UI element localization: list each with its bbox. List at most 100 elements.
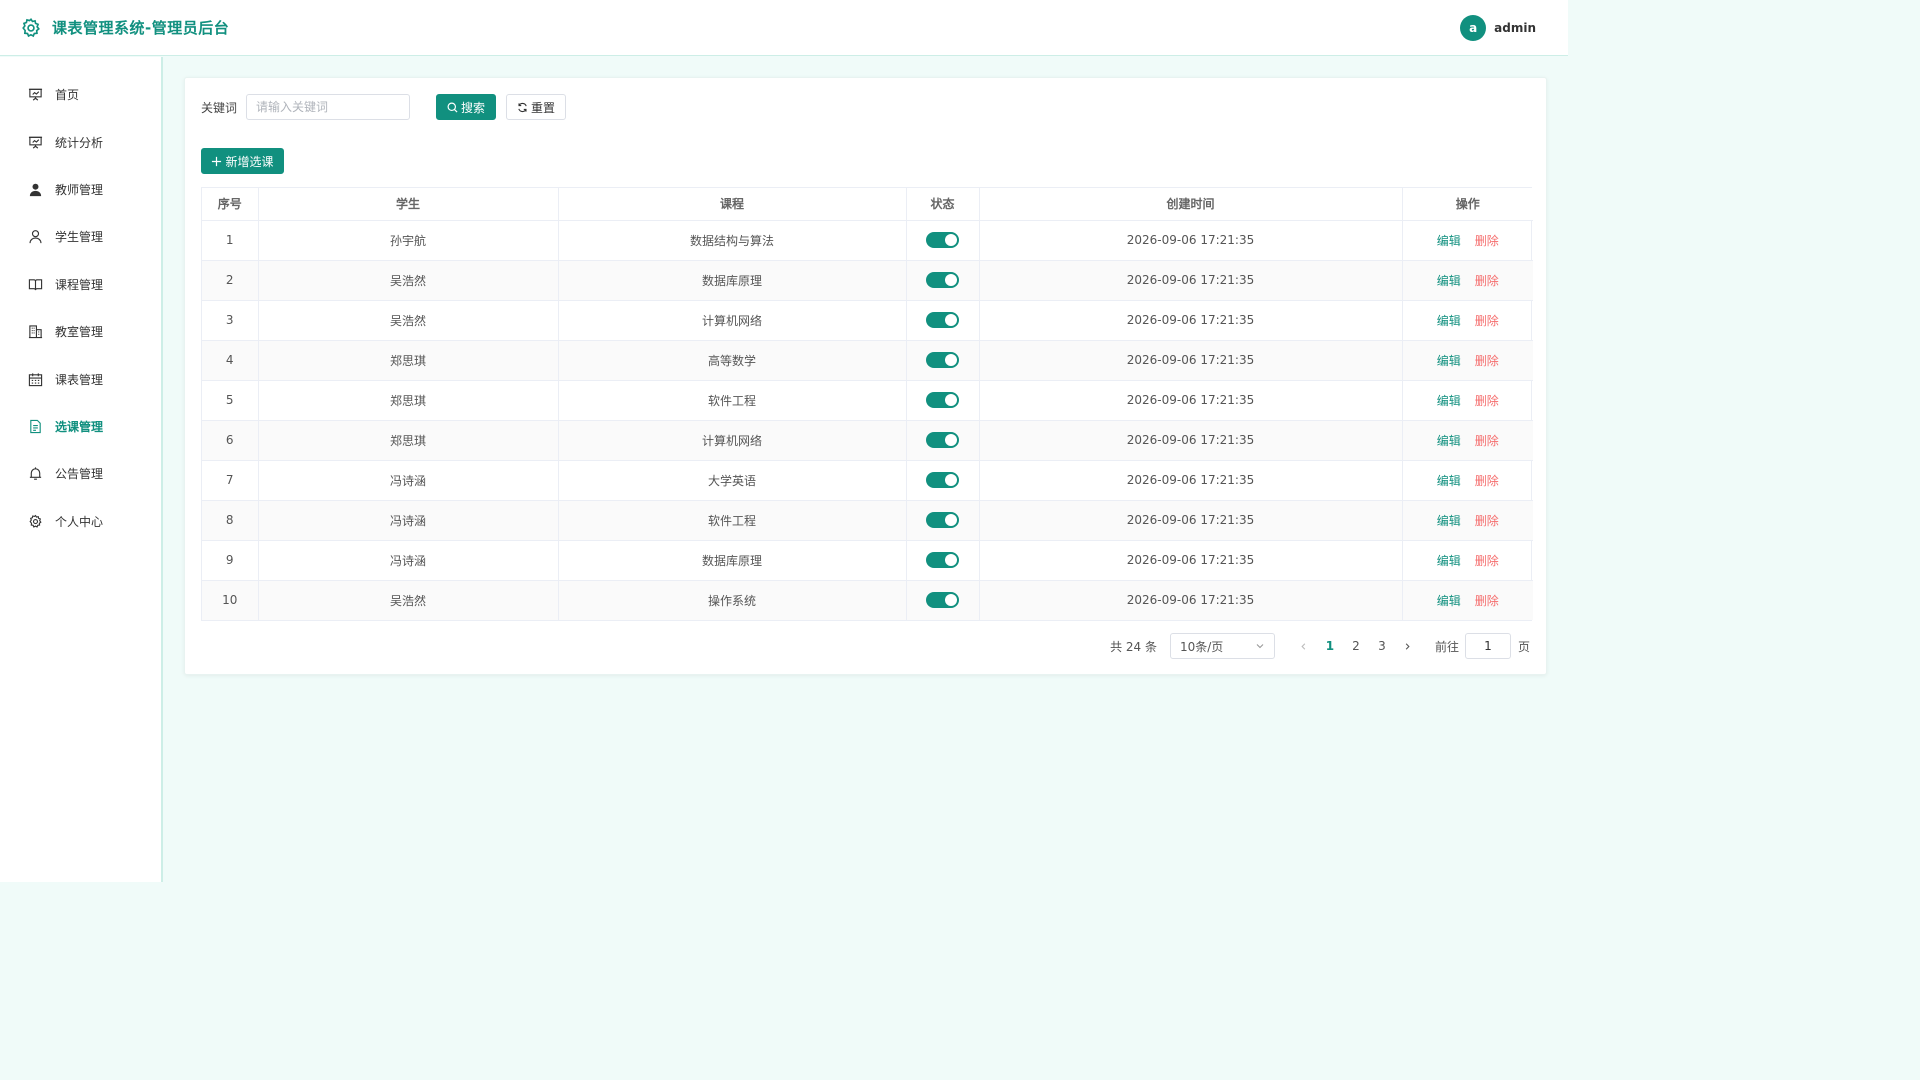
edit-button[interactable]: 编辑: [1437, 474, 1461, 488]
status-toggle[interactable]: [926, 312, 959, 328]
username[interactable]: admin: [1494, 21, 1536, 35]
cell-course: 数据结构与算法: [558, 220, 907, 261]
avatar[interactable]: a: [1460, 14, 1487, 41]
page-button-2[interactable]: 2: [1343, 633, 1369, 659]
cell-status: [906, 420, 980, 461]
edit-button[interactable]: 编辑: [1437, 234, 1461, 248]
sidebar-item-courses[interactable]: 课程管理: [0, 261, 161, 308]
page-button-3[interactable]: 3: [1369, 633, 1395, 659]
page-button-1[interactable]: 1: [1317, 633, 1343, 659]
bell-icon: [29, 467, 42, 480]
user-icon: [29, 230, 42, 244]
cell-actions: 编辑 删除: [1402, 420, 1533, 461]
delete-button[interactable]: 删除: [1475, 394, 1499, 408]
sidebar-item-students[interactable]: 学生管理: [0, 213, 161, 260]
user-menu[interactable]: a admin: [1460, 14, 1536, 41]
cell-status: [906, 340, 980, 381]
edit-button[interactable]: 编辑: [1437, 594, 1461, 608]
refresh-icon: [518, 102, 527, 112]
delete-button[interactable]: 删除: [1475, 434, 1499, 448]
status-toggle[interactable]: [926, 512, 959, 528]
reset-button[interactable]: 重置: [506, 94, 567, 120]
cell-created: 2026-09-06 17:21:35: [979, 300, 1403, 341]
edit-button[interactable]: 编辑: [1437, 434, 1461, 448]
next-page-button[interactable]: [1395, 633, 1421, 659]
table-row: 2 吴浩然 数据库原理 2026-09-06 17:21:35 编辑 删除: [202, 260, 1533, 301]
delete-button[interactable]: 删除: [1475, 234, 1499, 248]
delete-button[interactable]: 删除: [1475, 594, 1499, 608]
edit-button[interactable]: 编辑: [1437, 554, 1461, 568]
sidebar-item-label: 教室管理: [55, 325, 104, 340]
cell-actions: 编辑 删除: [1402, 580, 1533, 620]
sidebar-item-announcements[interactable]: 公告管理: [0, 450, 161, 497]
sidebar-item-label: 个人中心: [55, 514, 104, 529]
sidebar-item-label: 统计分析: [55, 135, 104, 150]
table-row: 10 吴浩然 操作系统 2026-09-06 17:21:35 编辑 删除: [202, 580, 1533, 620]
sidebar-item-label: 公告管理: [55, 467, 104, 482]
sidebar-item-classrooms[interactable]: 教室管理: [0, 308, 161, 355]
status-toggle[interactable]: [926, 392, 959, 408]
column-header-student: 学生: [258, 188, 559, 221]
sidebar-item-label: 课程管理: [55, 277, 104, 292]
status-toggle[interactable]: [926, 432, 959, 448]
sidebar-item-home[interactable]: 首页: [0, 71, 161, 118]
column-header-actions: 操作: [1402, 188, 1533, 221]
cell-course: 数据库原理: [558, 540, 907, 581]
edit-button[interactable]: 编辑: [1437, 514, 1461, 528]
cell-actions: 编辑 删除: [1402, 260, 1533, 301]
delete-button[interactable]: 删除: [1475, 514, 1499, 528]
cell-status: [906, 460, 980, 501]
cell-created: 2026-09-06 17:21:35: [979, 380, 1403, 421]
table-row: 7 冯诗涵 大学英语 2026-09-06 17:21:35 编辑 删除: [202, 460, 1533, 501]
page-size-value: 10条/页: [1179, 639, 1224, 654]
delete-button[interactable]: 删除: [1475, 474, 1499, 488]
page-size-select[interactable]: 10条/页: [1169, 633, 1275, 659]
status-toggle[interactable]: [926, 352, 959, 368]
cell-student: 冯诗涵: [258, 500, 559, 541]
edit-button[interactable]: 编辑: [1437, 274, 1461, 288]
sidebar-item-teachers[interactable]: 教师管理: [0, 166, 161, 213]
column-header-created: 创建时间: [979, 188, 1403, 221]
status-toggle[interactable]: [926, 592, 959, 609]
cell-actions: 编辑 删除: [1402, 220, 1533, 261]
cell-course: 大学英语: [558, 460, 907, 501]
delete-button[interactable]: 删除: [1475, 554, 1499, 568]
edit-button[interactable]: 编辑: [1437, 394, 1461, 408]
table-body: 1 孙宇航 数据结构与算法 2026-09-06 17:21:35 编辑 删除 2 吴浩然 数据…: [202, 220, 1533, 620]
chevron-down-icon: [1256, 644, 1264, 649]
search-button-label: 搜索: [461, 100, 486, 115]
status-toggle[interactable]: [926, 232, 959, 248]
jump-page-input[interactable]: [1464, 633, 1511, 659]
chart-board-icon: [28, 136, 43, 149]
sidebar-item-course-selection[interactable]: 选课管理: [0, 403, 161, 450]
column-header-index: 序号: [202, 188, 259, 221]
cell-course: 计算机网络: [558, 420, 907, 461]
delete-button[interactable]: 删除: [1475, 274, 1499, 288]
delete-button[interactable]: 删除: [1475, 354, 1499, 368]
search-button[interactable]: 搜索: [436, 94, 497, 120]
cell-student: 郑思琪: [258, 340, 559, 381]
sidebar-item-profile[interactable]: 个人中心: [0, 498, 161, 545]
cell-index: 9: [202, 540, 259, 581]
building-icon: [28, 325, 43, 339]
edit-button[interactable]: 编辑: [1437, 314, 1461, 328]
cell-created: 2026-09-06 17:21:35: [979, 540, 1403, 581]
gear-icon: [22, 17, 40, 37]
keyword-input[interactable]: [246, 94, 411, 120]
sidebar-item-label: 学生管理: [55, 230, 104, 245]
status-toggle[interactable]: [926, 472, 959, 488]
status-toggle[interactable]: [926, 272, 959, 288]
delete-button[interactable]: 删除: [1475, 314, 1499, 328]
chevron-left-icon: [1301, 642, 1306, 650]
cell-course: 计算机网络: [558, 300, 907, 341]
add-course-selection-button[interactable]: 新增选课: [201, 148, 284, 174]
table-header-row: 序号 学生 课程 状态 创建时间 操作: [202, 188, 1533, 221]
table-row: 6 郑思琪 计算机网络 2026-09-06 17:21:35 编辑 删除: [202, 420, 1533, 461]
cell-status: [906, 540, 980, 581]
cell-created: 2026-09-06 17:21:35: [979, 500, 1403, 541]
status-toggle[interactable]: [926, 552, 959, 568]
prev-page-button[interactable]: [1291, 633, 1317, 659]
sidebar-item-timetable[interactable]: 课表管理: [0, 355, 161, 402]
sidebar-item-statistics[interactable]: 统计分析: [0, 118, 161, 165]
edit-button[interactable]: 编辑: [1437, 354, 1461, 368]
